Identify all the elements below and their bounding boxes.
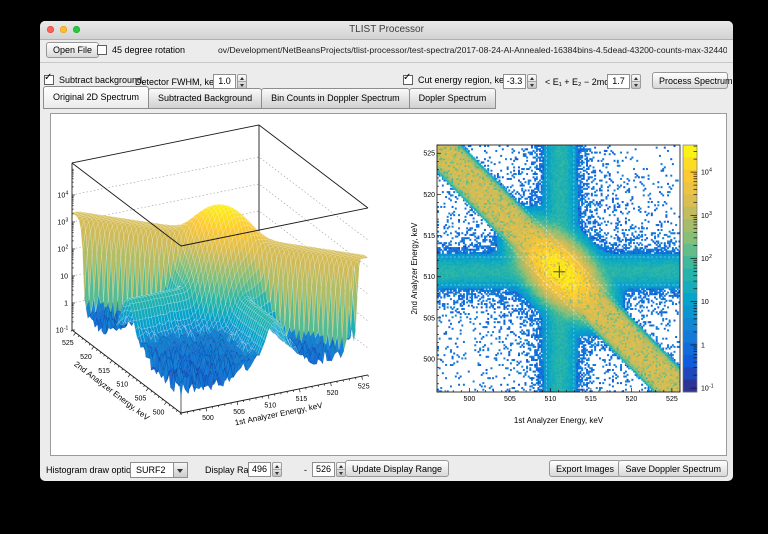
cut-high-stepper[interactable] xyxy=(631,74,641,89)
range-low-spinner-value[interactable]: 496 xyxy=(248,462,271,477)
cut-low-stepper[interactable] xyxy=(527,74,537,89)
close-window-button[interactable] xyxy=(47,26,54,33)
window-title: TLIST Processor xyxy=(349,24,424,35)
range-high-spinner-value[interactable]: 526 xyxy=(312,462,335,477)
detector-fwhm-label: Detector FWHM, keV xyxy=(135,77,221,87)
cut-low-spinner[interactable]: -3.3 xyxy=(503,74,537,89)
tab-content-panel xyxy=(50,113,727,456)
file-path: ov/Development/NetBeansProjects/tlist-pr… xyxy=(218,45,727,55)
process-spectrum-button[interactable]: Process Spectrum xyxy=(652,72,733,89)
cut-energy-checkbox[interactable]: Cut energy region, keV xyxy=(403,72,511,85)
range-low-stepper[interactable] xyxy=(272,462,282,477)
fwhm-stepper[interactable] xyxy=(237,74,247,89)
cut-high-increment-icon[interactable] xyxy=(632,75,640,82)
cut-energy-checkbox-box[interactable] xyxy=(403,72,413,85)
cut-high-decrement-icon[interactable] xyxy=(632,82,640,88)
tab-bar: Original 2D Spectrum Subtracted Backgroun… xyxy=(43,86,497,109)
tab-subtracted-background[interactable]: Subtracted Background xyxy=(148,88,263,109)
tab-bin-counts-in-doppler-spectrum[interactable]: Bin Counts in Doppler Spectrum xyxy=(261,88,410,109)
range-high-increment-icon[interactable] xyxy=(337,463,345,470)
titlebar[interactable]: TLIST Processor xyxy=(40,21,733,40)
range-low-spinner[interactable]: 496 xyxy=(248,462,282,477)
rotation-checkbox[interactable]: 45 degree rotation xyxy=(97,45,185,55)
cut-energy-label: Cut energy region, keV xyxy=(418,75,511,85)
tab-dopler-spectrum[interactable]: Dopler Spectrum xyxy=(408,88,497,109)
fwhm-increment-icon[interactable] xyxy=(238,75,246,82)
update-display-range-button[interactable]: Update Display Range xyxy=(345,460,450,477)
bottom-bar: Histogram draw option SURF2 Display Rang… xyxy=(40,459,733,480)
range-low-increment-icon[interactable] xyxy=(273,463,281,470)
range-low-decrement-icon[interactable] xyxy=(273,470,281,476)
heatmap-plot[interactable] xyxy=(406,115,726,450)
histogram-draw-option-label: Histogram draw option xyxy=(46,465,137,475)
toolbar-row: Open File 45 degree rotation ov/Developm… xyxy=(40,40,733,61)
subtract-background-checkbox-box[interactable] xyxy=(44,72,54,85)
minimize-window-button[interactable] xyxy=(60,26,67,33)
cut-low-increment-icon[interactable] xyxy=(528,75,536,82)
cut-low-spinner-value[interactable]: -3.3 xyxy=(503,74,526,89)
toolbar-separator xyxy=(40,62,733,63)
cut-high-spinner[interactable]: 1.7 xyxy=(607,74,641,89)
surface-plot[interactable] xyxy=(52,115,406,450)
combo-dropdown-icon[interactable] xyxy=(174,462,188,478)
fwhm-spinner-value[interactable]: 1.0 xyxy=(213,74,236,89)
export-images-button[interactable]: Export Images xyxy=(548,460,621,477)
tab-original-2d-spectrum[interactable]: Original 2D Spectrum xyxy=(43,86,150,109)
histogram-draw-option-value[interactable]: SURF2 xyxy=(130,462,174,478)
app-window: TLIST Processor Open File 45 degree rota… xyxy=(40,21,733,481)
fwhm-spinner[interactable]: 1.0 xyxy=(213,74,247,89)
subtract-background-checkbox[interactable]: Subtract background. xyxy=(44,72,145,85)
traffic-lights xyxy=(47,26,80,33)
range-separator: - xyxy=(304,465,307,475)
open-file-button[interactable]: Open File xyxy=(46,42,100,58)
range-high-decrement-icon[interactable] xyxy=(337,470,345,476)
save-doppler-spectrum-button[interactable]: Save Doppler Spectrum xyxy=(618,460,728,477)
subtract-background-label: Subtract background. xyxy=(59,75,145,85)
cut-high-spinner-value[interactable]: 1.7 xyxy=(607,74,630,89)
zoom-window-button[interactable] xyxy=(73,26,80,33)
rotation-checkbox-label: 45 degree rotation xyxy=(112,45,186,55)
rotation-checkbox-box[interactable] xyxy=(97,45,107,55)
cut-low-decrement-icon[interactable] xyxy=(528,82,536,88)
range-high-spinner[interactable]: 526 xyxy=(312,462,346,477)
histogram-draw-option-combo[interactable]: SURF2 xyxy=(130,462,188,478)
